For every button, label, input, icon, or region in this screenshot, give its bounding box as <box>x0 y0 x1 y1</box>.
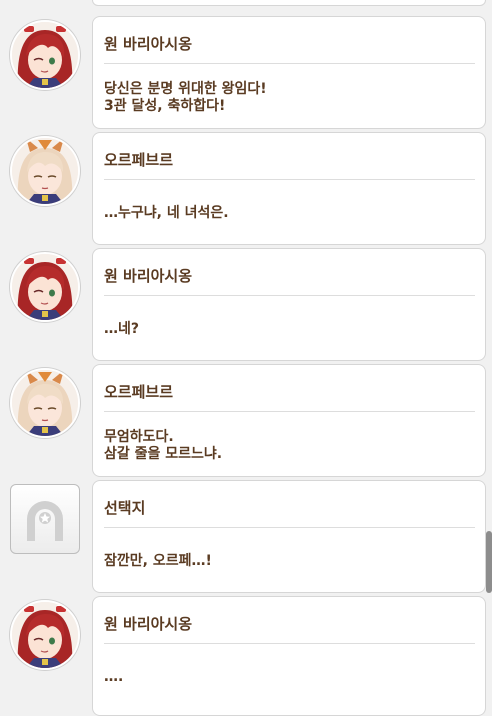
message-bubble: 오르페브르 무엄하도다. 삼갈 줄을 모르느냐. <box>92 364 486 477</box>
message-line: …네? <box>104 321 140 337</box>
divider <box>104 643 475 644</box>
speaker-name: 원 바리아시옹 <box>104 267 193 285</box>
speaker-name: 원 바리아시옹 <box>104 615 193 633</box>
message-line: …누구냐, 네 녀석은. <box>104 205 229 221</box>
divider <box>104 411 475 412</box>
scrollbar-thumb[interactable] <box>486 531 492 593</box>
scrollbar[interactable] <box>486 0 492 680</box>
message-text: 당신은 분명 위대한 왕임다! 3관 달성, 축하합다! <box>104 81 267 115</box>
message-line: 삼갈 줄을 모르느냐. <box>104 446 223 462</box>
orfevre-avatar <box>10 136 80 206</box>
message-line: …. <box>104 669 124 685</box>
divider <box>104 63 475 64</box>
message-line: 잠깐만, 오르페…! <box>104 553 212 569</box>
speaker-name: 선택지 <box>104 499 146 517</box>
divider <box>104 179 475 180</box>
message-bubble: 원 바리아시옹 당신은 분명 위대한 왕임다! 3관 달성, 축하합다! <box>92 16 486 129</box>
speaker-name: 오르페브르 <box>104 151 174 169</box>
chat-log: 원 바리아시옹 당신은 분명 위대한 왕임다! 3관 달성, 축하합다! 오르페… <box>0 0 486 716</box>
message-line: 무엄하도다. <box>104 429 174 445</box>
message-text: …누구냐, 네 녀석은. <box>104 205 229 222</box>
message-bubble: 원 바리아시옹 …. <box>92 596 486 716</box>
message-bubble: 오르페브르 …누구냐, 네 녀석은. <box>92 132 486 245</box>
speaker-name: 원 바리아시옹 <box>104 35 193 53</box>
message-text: 무엄하도다. 삼갈 줄을 모르느냐. <box>104 429 222 463</box>
divider <box>104 295 475 296</box>
message-bubble: 원 바리아시옹 …네? <box>92 248 486 361</box>
message-bubble: 선택지 잠깐만, 오르페…! <box>92 480 486 593</box>
previous-message-bubble <box>92 0 486 6</box>
message-text: …. <box>104 669 123 686</box>
winvariation-avatar <box>10 600 80 670</box>
winvariation-avatar <box>10 20 80 90</box>
divider <box>104 527 475 528</box>
message-line: 3관 달성, 축하합다! <box>104 98 226 114</box>
message-text: …네? <box>104 321 139 338</box>
winvariation-avatar <box>10 252 80 322</box>
message-text: 잠깐만, 오르페…! <box>104 553 212 570</box>
speaker-name: 오르페브르 <box>104 383 174 401</box>
orfevre-avatar <box>10 368 80 438</box>
message-line: 당신은 분명 위대한 왕임다! <box>104 81 267 97</box>
choice-horseshoe-icon <box>10 484 80 554</box>
